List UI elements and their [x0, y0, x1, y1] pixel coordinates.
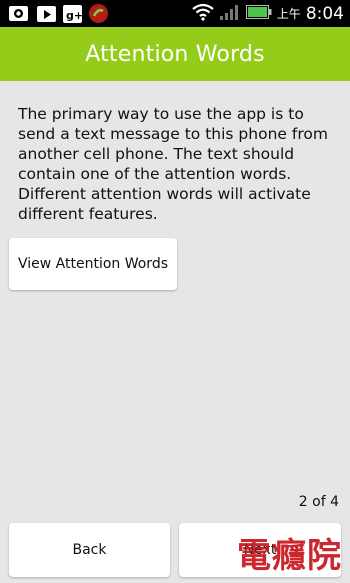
- photo-icon: [8, 3, 29, 24]
- title-bar: Attention Words: [0, 27, 350, 81]
- page-indicator: 2 of 4: [298, 494, 339, 510]
- description-text: The primary way to use the app is to sen…: [18, 105, 328, 223]
- signal-icon: [219, 3, 241, 25]
- play-store-icon: [36, 3, 57, 24]
- status-time: 8:04: [305, 3, 344, 24]
- svg-text:g+: g+: [66, 9, 83, 22]
- wifi-icon: [192, 3, 214, 25]
- screen: g+ 上午 8:04 Attention Words The primary w…: [0, 0, 350, 583]
- status-bar: g+ 上午 8:04: [0, 0, 350, 27]
- status-ampm: 上午: [276, 7, 301, 21]
- phone-app-icon: [88, 3, 109, 24]
- view-attention-words-button[interactable]: View Attention Words: [9, 238, 177, 290]
- battery-icon: [245, 4, 272, 23]
- status-right: 上午 8:04: [192, 0, 344, 27]
- next-button[interactable]: Next: [179, 523, 341, 577]
- back-button[interactable]: Back: [9, 523, 170, 577]
- page-title: Attention Words: [85, 41, 265, 67]
- google-plus-icon: g+: [62, 3, 83, 24]
